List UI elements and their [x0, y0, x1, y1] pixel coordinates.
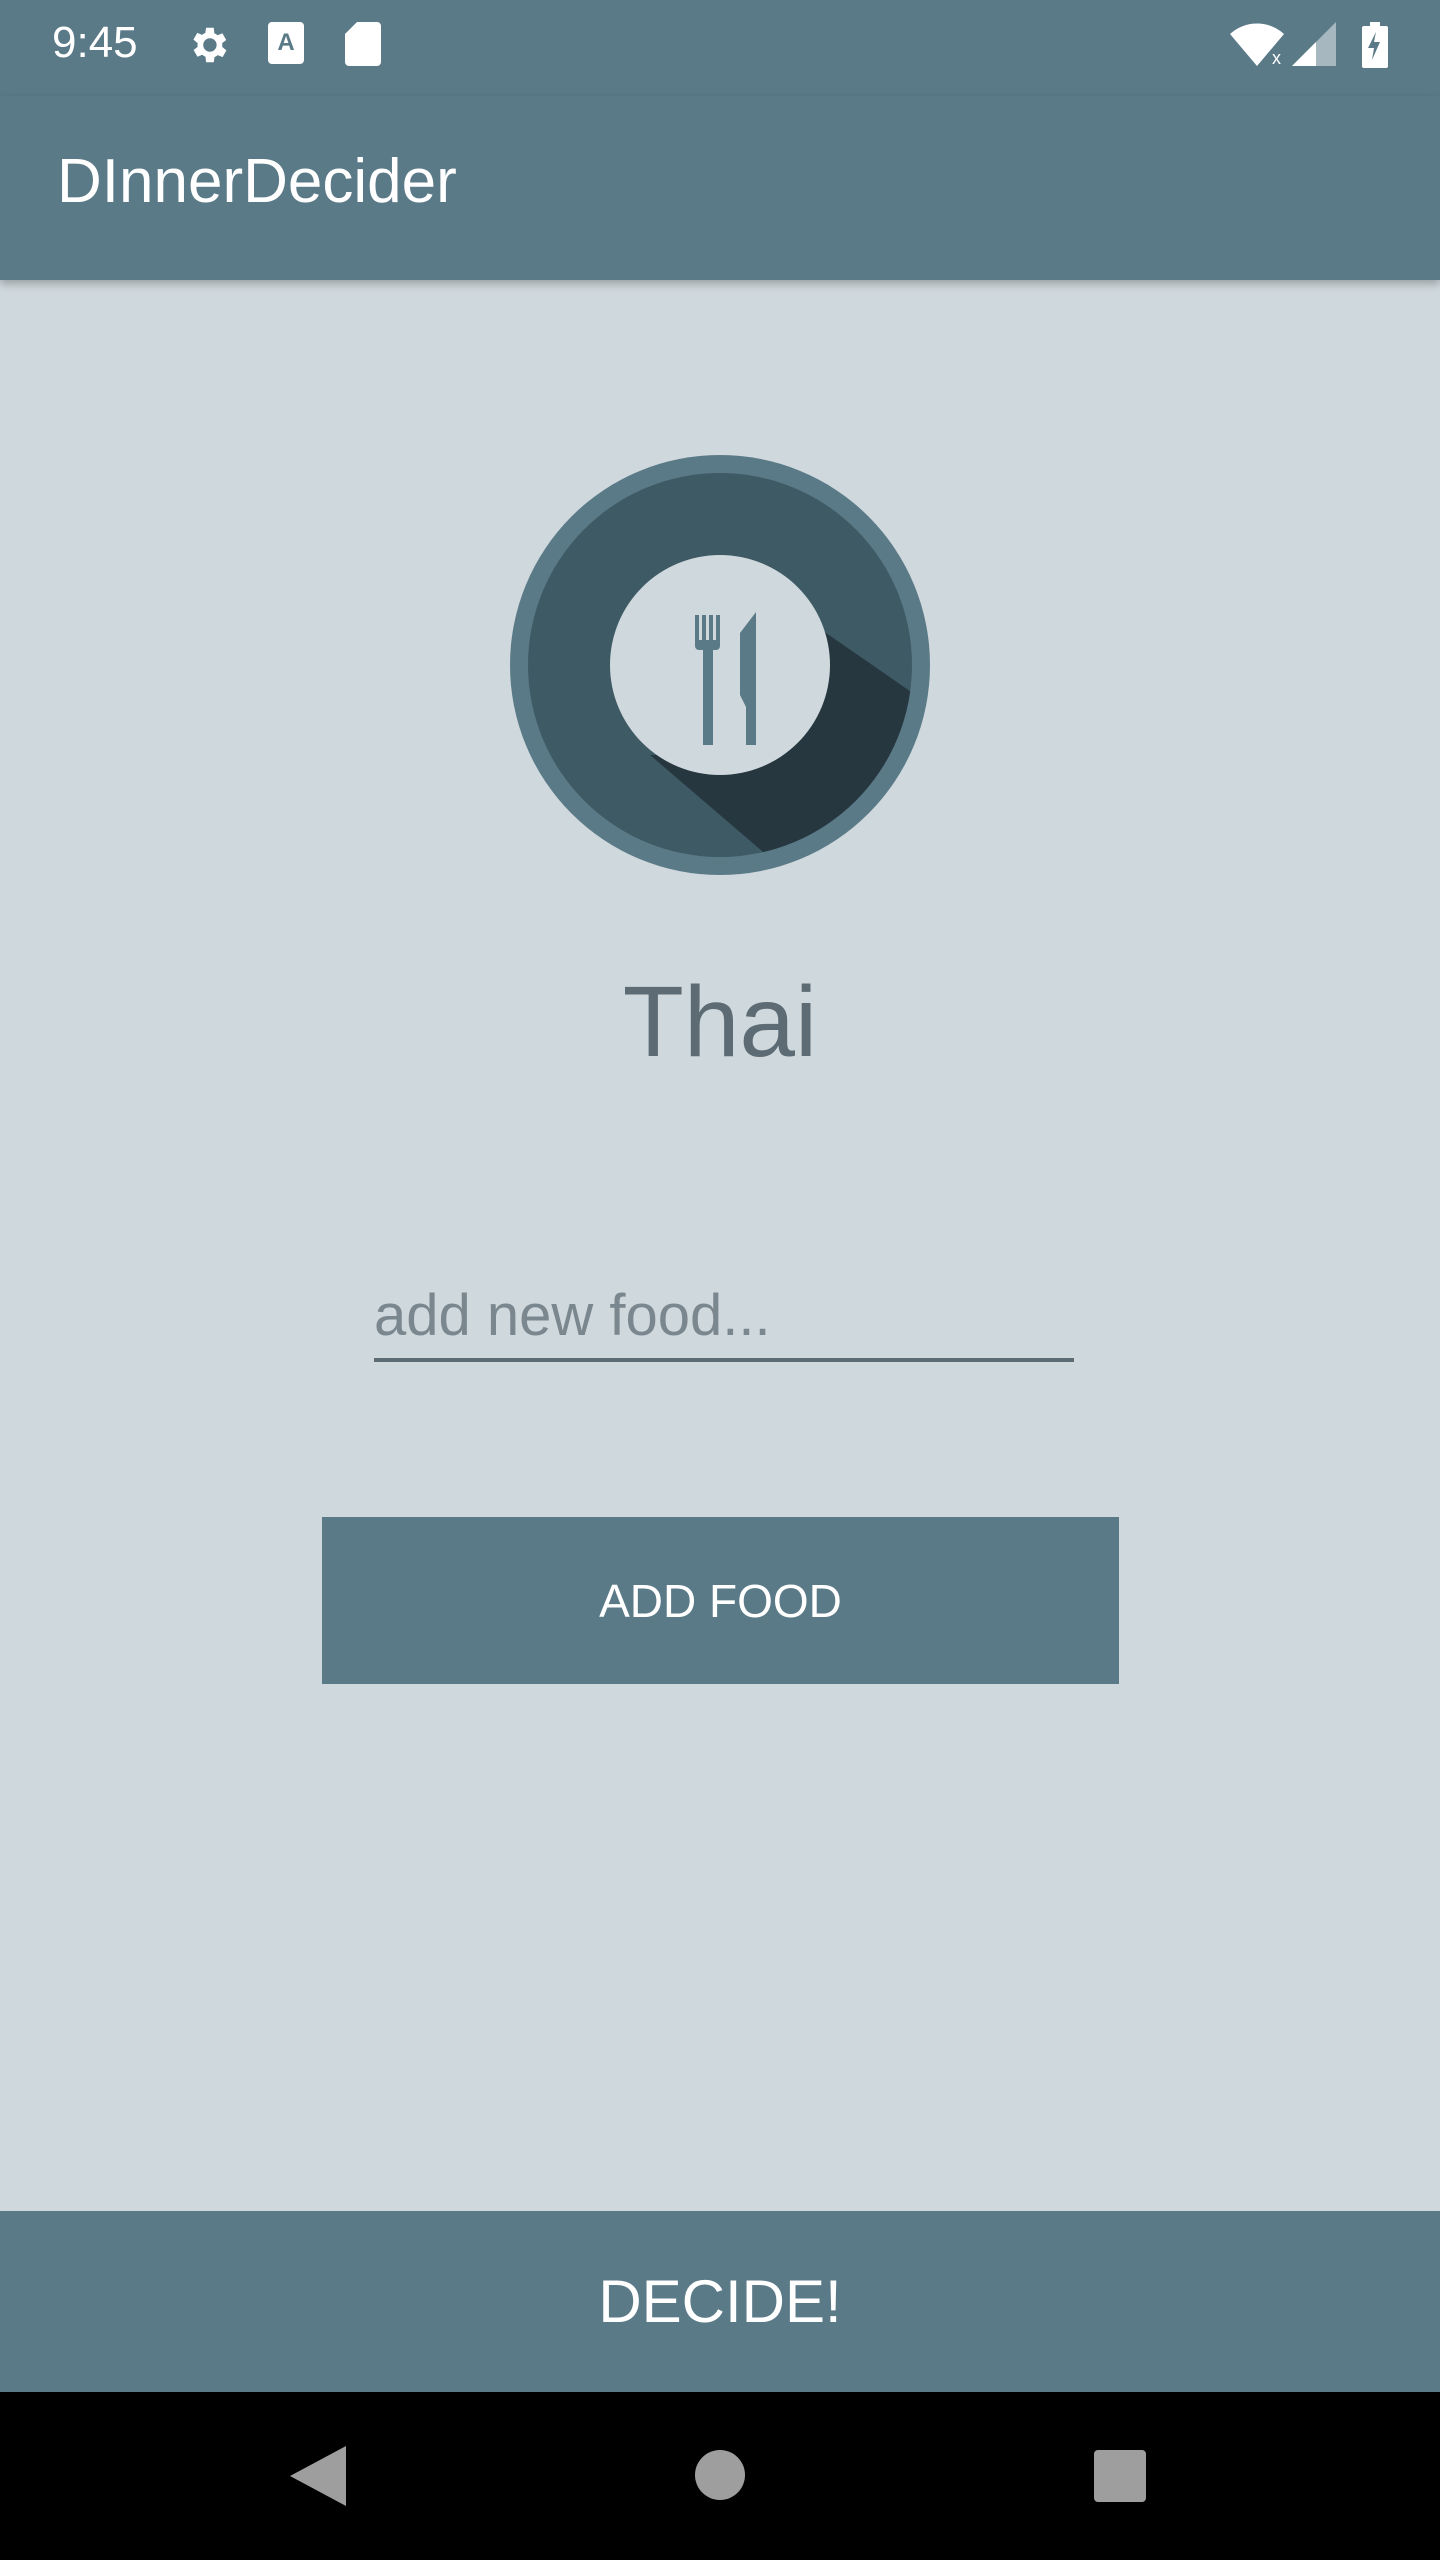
recents-icon[interactable]: [1094, 2450, 1146, 2507]
status-bar: 9:45 A x: [0, 0, 1440, 96]
sd-card-icon: [345, 22, 381, 66]
add-food-button[interactable]: ADD FOOD: [322, 1517, 1119, 1684]
app-bar: DInnerDecider: [0, 96, 1440, 280]
signal-icon: [1292, 22, 1336, 66]
settings-icon: [193, 27, 227, 63]
selected-food: Thai: [622, 966, 818, 1078]
battery-charging-icon: [1362, 22, 1388, 68]
decide-button[interactable]: DECIDE!: [0, 2211, 1440, 2392]
navigation-bar: [0, 2392, 1440, 2560]
svg-text:A: A: [277, 29, 294, 56]
font-a-icon: A: [268, 22, 304, 64]
app-title: DInnerDecider: [57, 147, 457, 216]
new-food-input[interactable]: [374, 1272, 1074, 1362]
home-icon[interactable]: [695, 2450, 745, 2505]
back-icon[interactable]: [290, 2446, 346, 2511]
wifi-off-icon: x: [1230, 23, 1284, 66]
status-time: 9:45: [52, 18, 138, 67]
svg-text:x: x: [1272, 48, 1281, 66]
plate-fork-knife-icon: [510, 455, 930, 875]
